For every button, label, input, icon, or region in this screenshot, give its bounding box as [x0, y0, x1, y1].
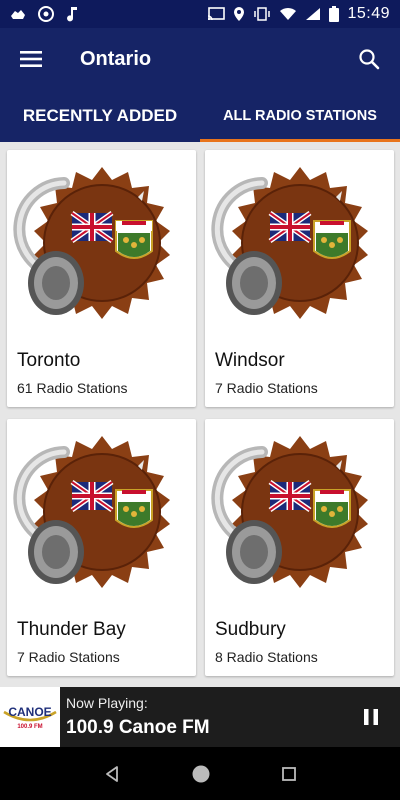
- ontario-radio-logo-icon: [210, 436, 368, 588]
- city-name: Thunder Bay: [17, 619, 126, 640]
- city-card-thunder-bay[interactable]: Thunder Bay 7 Radio Stations: [7, 419, 196, 676]
- battery-icon: [329, 6, 340, 22]
- app-bar: Ontario: [0, 28, 400, 90]
- pause-icon: [364, 709, 378, 725]
- back-icon[interactable]: [103, 765, 121, 783]
- music-icon: [67, 7, 77, 22]
- search-icon: [359, 49, 380, 70]
- tab-recently-added[interactable]: RECENTLY ADDED: [0, 90, 200, 142]
- tab-bar: RECENTLY ADDED ALL RADIO STATIONS: [0, 90, 400, 142]
- city-name: Sudbury: [215, 619, 286, 640]
- logo-text: CANOE: [8, 705, 51, 719]
- cast-icon: [208, 7, 226, 21]
- city-grid: Toronto 61 Radio Stations Windsor 7 Radi…: [0, 142, 400, 687]
- cloud-icon: [11, 10, 25, 19]
- status-time: 15:49: [347, 5, 390, 22]
- status-bar: 15:49: [0, 0, 400, 28]
- radio-logo-image: [7, 419, 196, 609]
- ontario-radio-logo-icon: [12, 436, 170, 588]
- notification-icons: [10, 6, 78, 22]
- radio-logo-image: [205, 419, 394, 609]
- search-button[interactable]: [338, 28, 400, 90]
- ontario-radio-logo-icon: [12, 167, 170, 319]
- radio-logo-image: [7, 150, 196, 340]
- recents-icon[interactable]: [281, 766, 297, 782]
- menu-button[interactable]: [0, 28, 62, 90]
- radio-logo-image: [205, 150, 394, 340]
- now-playing-bar[interactable]: CANOE 100.9 FM Now Playing: 100.9 Canoe …: [0, 687, 400, 747]
- signal-icon: [306, 8, 321, 20]
- station-count: 61 Radio Stations: [17, 380, 128, 396]
- city-card-toronto[interactable]: Toronto 61 Radio Stations: [7, 150, 196, 407]
- wifi-icon: [280, 7, 297, 20]
- city-card-sudbury[interactable]: Sudbury 8 Radio Stations: [205, 419, 394, 676]
- system-icons: 15:49: [207, 5, 390, 23]
- home-icon[interactable]: [191, 764, 211, 784]
- city-name: Windsor: [215, 350, 285, 371]
- system-navigation-bar: [0, 747, 400, 800]
- canoe-fm-logo-icon: CANOE 100.9 FM: [3, 705, 57, 730]
- photo-icon: [38, 6, 54, 22]
- vibrate-icon: [254, 7, 271, 21]
- station-count: 8 Radio Stations: [215, 649, 318, 665]
- tab-all-radio-stations[interactable]: ALL RADIO STATIONS: [200, 90, 400, 142]
- pause-button[interactable]: [356, 702, 386, 732]
- station-logo: CANOE 100.9 FM: [0, 687, 60, 747]
- ontario-radio-logo-icon: [210, 167, 368, 319]
- now-playing-station: 100.9 Canoe FM: [66, 717, 210, 738]
- city-name: Toronto: [17, 350, 81, 371]
- city-card-windsor[interactable]: Windsor 7 Radio Stations: [205, 150, 394, 407]
- page-title: Ontario: [80, 47, 152, 70]
- now-playing-label: Now Playing:: [66, 695, 148, 711]
- logo-subtext: 100.9 FM: [17, 724, 42, 730]
- station-count: 7 Radio Stations: [215, 380, 318, 396]
- hamburger-menu-icon: [20, 51, 42, 67]
- station-count: 7 Radio Stations: [17, 649, 120, 665]
- location-icon: [234, 7, 245, 21]
